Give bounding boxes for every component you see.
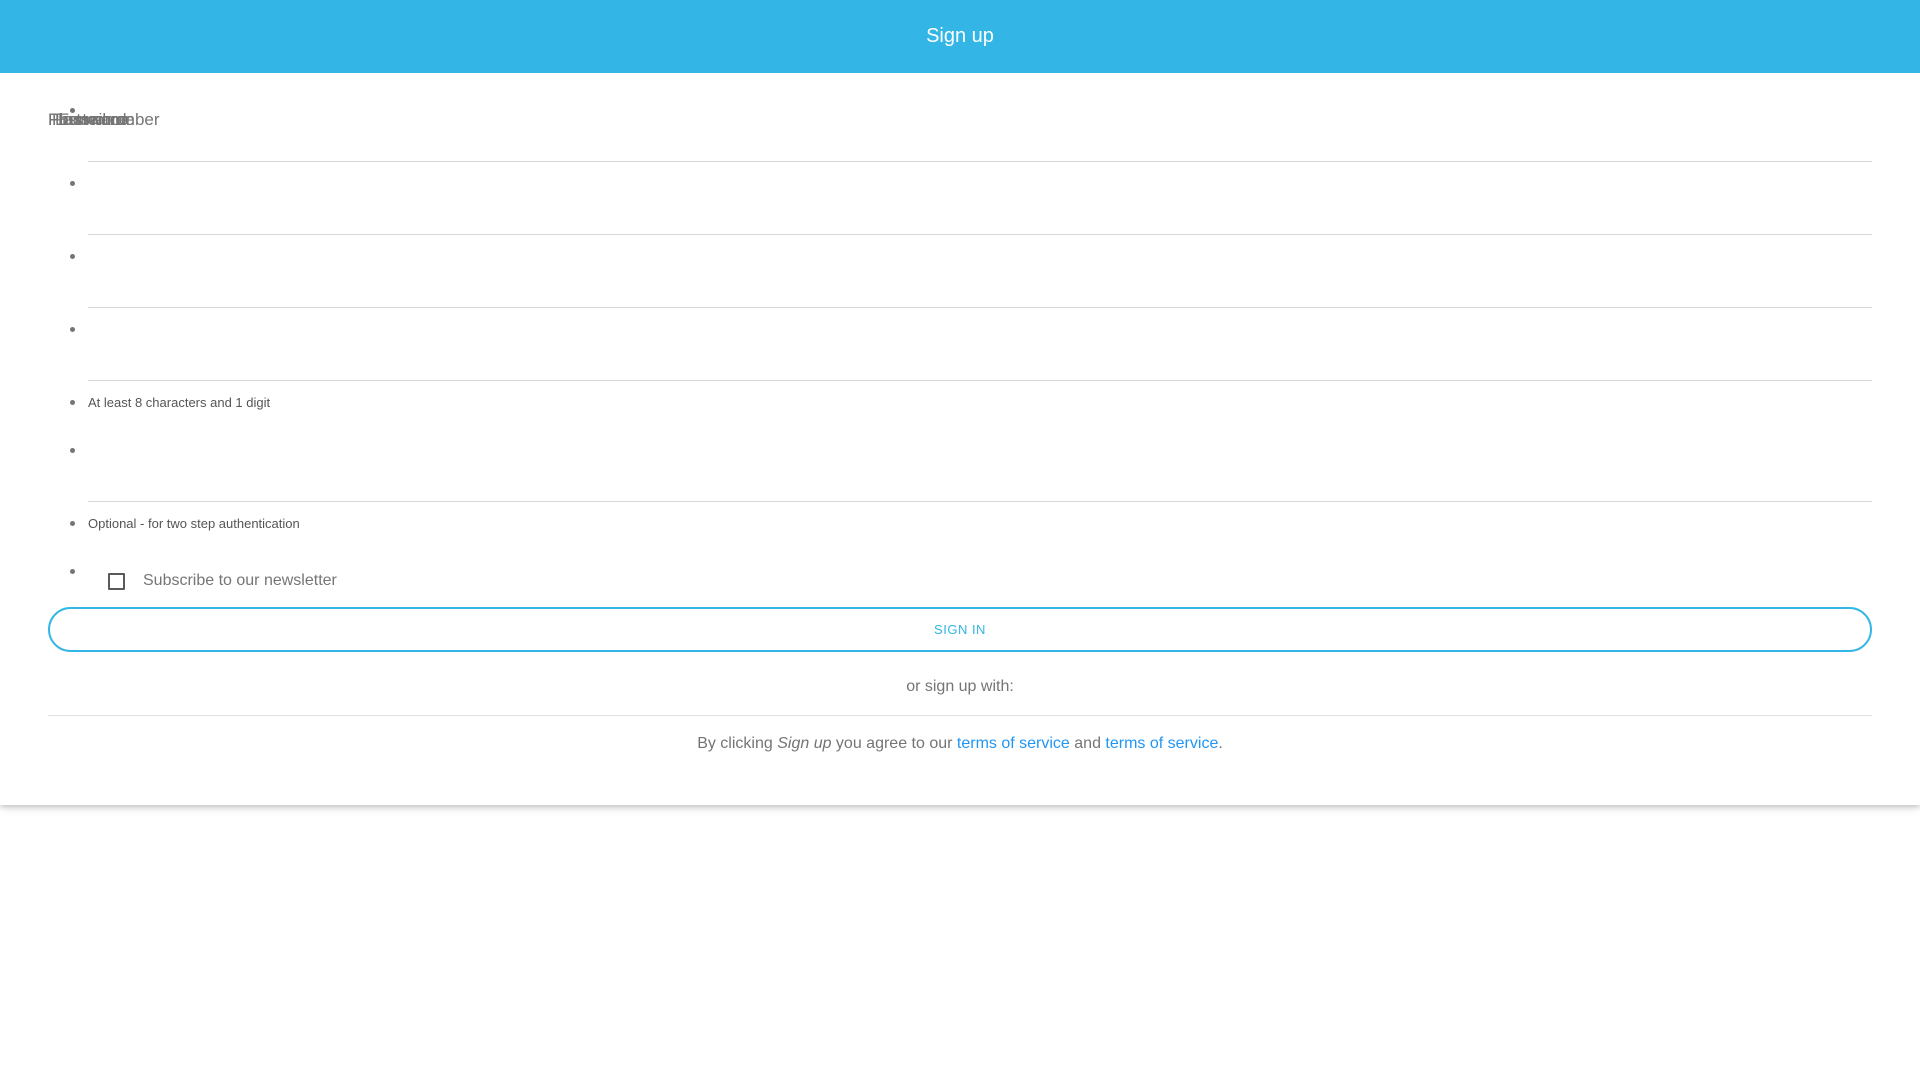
terms-middle: you agree to our (831, 735, 957, 752)
list-bullet (70, 569, 75, 574)
phone-number-input[interactable] (88, 460, 1872, 500)
terms-suffix: . (1218, 735, 1223, 752)
last-name-underline (88, 234, 1872, 235)
first-name-underline (88, 161, 1872, 162)
terms-text: By clicking Sign up you agree to our ter… (0, 735, 1920, 753)
list-bullet (70, 254, 75, 259)
terms-of-service-link-2[interactable]: terms of service (1105, 735, 1218, 752)
first-name-input[interactable] (88, 120, 1872, 160)
newsletter-label[interactable]: Subscribe to our newsletter (143, 572, 337, 590)
list-bullet (70, 327, 75, 332)
email-input[interactable] (88, 266, 1872, 306)
divider (48, 715, 1872, 716)
terms-prefix: By clicking (697, 735, 778, 752)
password-input[interactable] (88, 339, 1872, 379)
password-hint: At least 8 characters and 1 digit (88, 395, 271, 410)
list-bullet (70, 108, 75, 113)
list-bullet (70, 521, 75, 526)
password-underline (88, 380, 1872, 381)
or-sign-up-with-text: or sign up with: (906, 678, 1014, 695)
list-bullet (70, 181, 75, 186)
card-header: Sign up (0, 0, 1920, 73)
terms-of-service-link[interactable]: terms of service (957, 735, 1070, 752)
phone-hint: Optional - for two step authentication (88, 516, 300, 531)
terms-emphasis: Sign up (777, 735, 832, 752)
list-bullet (70, 448, 75, 453)
email-underline (88, 307, 1872, 308)
phone-number-underline (88, 501, 1872, 502)
last-name-input[interactable] (88, 193, 1872, 233)
signup-card: Sign up First name Last name E-mail Pass… (0, 0, 1920, 805)
sign-in-button[interactable]: SIGN IN (48, 607, 1872, 652)
terms-and: and (1069, 735, 1106, 752)
list-bullet (70, 400, 75, 405)
newsletter-checkbox[interactable] (108, 573, 125, 590)
header-title: Sign up (926, 25, 994, 47)
